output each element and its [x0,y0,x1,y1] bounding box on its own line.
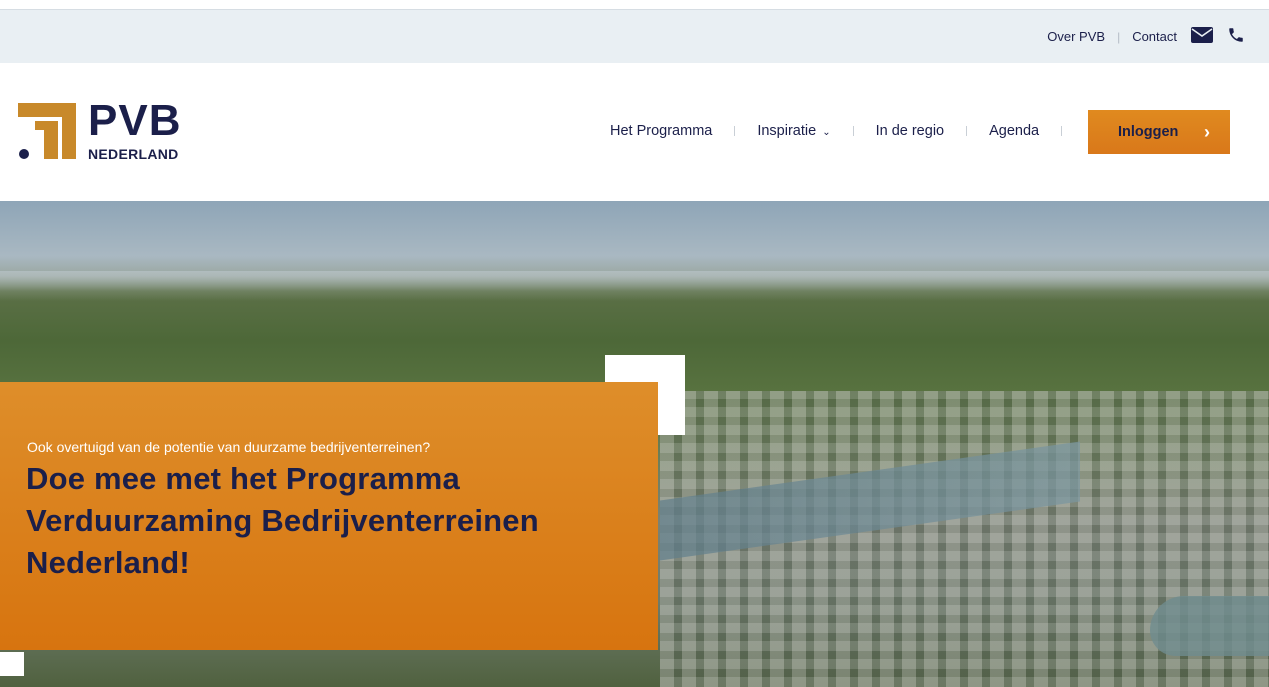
nav-item-in-de-regio[interactable]: In de regio [876,123,945,139]
decorative-small-square [0,652,24,676]
phone-icon[interactable] [1227,26,1245,47]
nav-separator [966,126,968,136]
nav-separator [734,126,736,136]
hero-card: Ook overtuigd van de potentie van duurza… [0,382,658,650]
contact-link[interactable]: Contact [1132,29,1177,44]
main-nav: Het Programma Inspiratie ⌄ In de regio Ag… [610,123,1084,139]
nav-separator [852,126,854,136]
hero-kicker: Ook overtuigd van de potentie van duurza… [27,439,431,455]
nav-item-agenda[interactable]: Agenda [989,123,1039,139]
pvb-logo[interactable]: PVB NEDERLAND [18,99,188,165]
login-label: Inloggen [1118,124,1179,140]
nav-separator [1061,126,1063,136]
login-button[interactable]: Inloggen › [1088,110,1230,154]
hero-headline: Doe mee met het Programma Verduurzaming … [26,461,539,580]
utility-links: Over PVB | Contact [1047,10,1245,63]
chevron-down-icon: ⌄ [822,127,831,138]
nav-item-het-programma[interactable]: Het Programma [610,123,712,139]
nav-item-inspiratie[interactable]: Inspiratie ⌄ [757,123,830,139]
envelope-icon[interactable] [1191,27,1213,46]
utility-bar: Over PVB | Contact [0,10,1269,63]
hero-horizon-haze [0,271,1269,301]
chevron-right-icon: › [1204,121,1210,142]
nav-item-label: Inspiratie [757,123,817,139]
hero-lake [1150,596,1269,656]
logo-name: PVB [88,96,182,145]
logo-mark-icon [18,103,76,159]
site-header: PVB NEDERLAND Het Programma Inspiratie ⌄ … [0,63,1269,201]
over-pvb-link[interactable]: Over PVB [1047,29,1105,44]
utility-separator: | [1117,29,1121,44]
browser-top-edge [0,0,1269,10]
logo-subtitle: NEDERLAND [88,146,179,162]
